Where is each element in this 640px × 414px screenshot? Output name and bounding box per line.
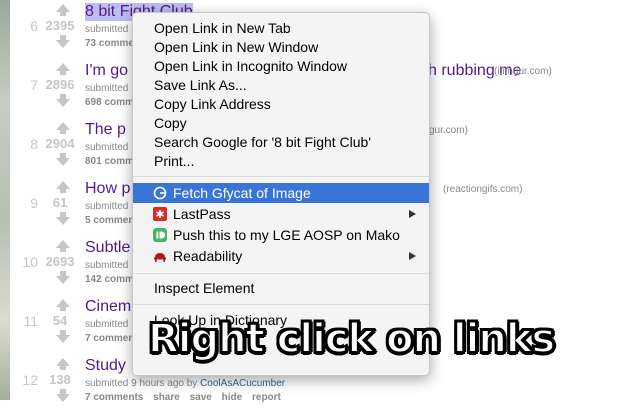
menu-separator bbox=[133, 176, 429, 177]
downvote-arrow-icon[interactable] bbox=[56, 217, 70, 225]
upvote-arrow-stem bbox=[60, 188, 66, 193]
post-tagline: submitted bbox=[85, 319, 128, 330]
menu-item-save-link-as[interactable]: Save Link As... bbox=[133, 75, 429, 95]
menu-item-label: Inspect Element bbox=[154, 280, 255, 296]
post-rank: 10 bbox=[22, 254, 38, 270]
post-buttons: 7 comments share save hide report bbox=[85, 392, 288, 403]
save-link[interactable]: save bbox=[190, 392, 212, 403]
menu-item-label: Print... bbox=[154, 153, 195, 169]
post-tagline: submitted bbox=[85, 142, 128, 153]
report-link[interactable]: report bbox=[252, 392, 281, 403]
upvote-arrow-stem bbox=[60, 129, 66, 134]
post-score: 2395 bbox=[45, 18, 75, 33]
submitted-text: submitted bbox=[85, 24, 129, 35]
post-title-link[interactable]: How p bbox=[85, 180, 130, 198]
submitted-text: submitted bbox=[85, 319, 129, 330]
post-rank: 6 bbox=[30, 18, 38, 34]
comments-link[interactable]: 7 comments bbox=[85, 392, 143, 403]
menu-item-copy[interactable]: Copy bbox=[133, 113, 429, 133]
upvote-arrow-stem bbox=[60, 247, 66, 252]
pushbullet-icon bbox=[153, 228, 167, 242]
menu-item-label: Search Google for '8 bit Fight Club' bbox=[154, 134, 372, 150]
post-title-link[interactable]: The p bbox=[85, 121, 126, 139]
overlay-caption: Right click on links bbox=[147, 315, 556, 363]
upvote-arrow-stem bbox=[60, 365, 66, 370]
menu-item-inspect-element[interactable]: Inspect Element bbox=[133, 278, 429, 298]
post-tagline: submitted bbox=[85, 201, 128, 212]
post-score: 138 bbox=[49, 372, 71, 387]
post-tagline: submitted 9 hours ago by CoolAsACucumber bbox=[85, 378, 285, 389]
gfycat-icon bbox=[153, 186, 167, 200]
menu-item-label: LastPass bbox=[173, 206, 231, 222]
submitted-text: submitted bbox=[85, 142, 129, 153]
menu-item-copy-link-address[interactable]: Copy Link Address bbox=[133, 94, 429, 114]
menu-item-open-incognito[interactable]: Open Link in Incognito Window bbox=[133, 56, 429, 76]
submitted-text: submitted bbox=[85, 260, 129, 271]
downvote-arrow-icon[interactable] bbox=[56, 40, 70, 48]
post-rank: 12 bbox=[22, 372, 38, 388]
downvote-arrow-icon[interactable] bbox=[56, 276, 70, 284]
menu-item-push-lge[interactable]: Push this to my LGE AOSP on Mako bbox=[133, 225, 429, 245]
downvote-arrow-icon[interactable] bbox=[56, 394, 70, 402]
post-domain[interactable]: (reactiongifs.com) bbox=[443, 184, 522, 195]
menu-item-label: Readability bbox=[173, 248, 243, 264]
menu-item-label: Copy bbox=[154, 115, 187, 131]
menu-item-search-google[interactable]: Search Google for '8 bit Fight Club' bbox=[133, 132, 429, 152]
share-link[interactable]: share bbox=[153, 392, 180, 403]
menu-item-print[interactable]: Print... bbox=[133, 151, 429, 171]
post-tagline: submitted bbox=[85, 260, 128, 271]
menu-item-open-new-window[interactable]: Open Link in New Window bbox=[133, 37, 429, 57]
menu-item-label: Open Link in New Window bbox=[154, 39, 319, 55]
menu-item-lastpass[interactable]: LastPass bbox=[133, 204, 429, 224]
post-tagline: submitted bbox=[85, 83, 128, 94]
submenu-arrow-icon bbox=[409, 252, 416, 260]
downvote-arrow-icon[interactable] bbox=[56, 335, 70, 343]
upvote-arrow-stem bbox=[60, 306, 66, 311]
submitted-text: submitted bbox=[85, 83, 129, 94]
post-score: 2896 bbox=[45, 77, 75, 92]
post-domain[interactable]: (i.imgur.com) bbox=[494, 66, 552, 77]
upvote-arrow-stem bbox=[60, 11, 66, 16]
post-title-link[interactable]: Study bbox=[85, 357, 126, 375]
post-rank: 7 bbox=[30, 77, 38, 93]
downvote-arrow-icon[interactable] bbox=[56, 158, 70, 166]
menu-item-readability[interactable]: Readability bbox=[133, 246, 429, 266]
post-title-link[interactable]: Subtle bbox=[85, 239, 130, 257]
readability-icon bbox=[154, 253, 166, 262]
menu-item-label: Push this to my LGE AOSP on Mako bbox=[173, 227, 400, 243]
post-score: 54 bbox=[52, 313, 68, 328]
author-link[interactable]: CoolAsACucumber bbox=[200, 378, 285, 389]
lastpass-icon bbox=[153, 207, 167, 221]
downvote-arrow-icon[interactable] bbox=[56, 99, 70, 107]
submenu-arrow-icon bbox=[409, 210, 416, 218]
post-title-link[interactable]: Cinem bbox=[85, 298, 131, 316]
hide-link[interactable]: hide bbox=[222, 392, 243, 403]
submitted-text: submitted bbox=[85, 201, 129, 212]
menu-item-fetch-gfycat[interactable]: Fetch Gfycat of Image bbox=[133, 183, 429, 203]
post-rank: 9 bbox=[30, 195, 38, 211]
menu-item-open-new-tab[interactable]: Open Link in New Tab bbox=[133, 18, 429, 38]
upvote-arrow-stem bbox=[60, 70, 66, 75]
post-rank: 8 bbox=[30, 136, 38, 152]
menu-separator bbox=[133, 273, 429, 274]
menu-item-label: Copy Link Address bbox=[154, 96, 271, 112]
menu-item-label: Save Link As... bbox=[154, 77, 247, 93]
menu-item-label: Fetch Gfycat of Image bbox=[173, 185, 311, 201]
post-title-link[interactable]: I'm go bbox=[85, 62, 128, 80]
menu-item-label: Open Link in New Tab bbox=[154, 20, 291, 36]
post-tagline: submitted bbox=[85, 24, 128, 35]
submitted-text: submitted 9 hours ago by bbox=[85, 378, 198, 389]
menu-item-label: Open Link in Incognito Window bbox=[154, 58, 347, 74]
post-score: 2693 bbox=[45, 254, 75, 269]
post-score: 61 bbox=[52, 195, 68, 210]
post-score: 2904 bbox=[45, 136, 75, 151]
post-rank: 11 bbox=[23, 313, 38, 329]
post-domain[interactable]: gur.com) bbox=[429, 125, 468, 136]
menu-separator bbox=[133, 304, 429, 305]
